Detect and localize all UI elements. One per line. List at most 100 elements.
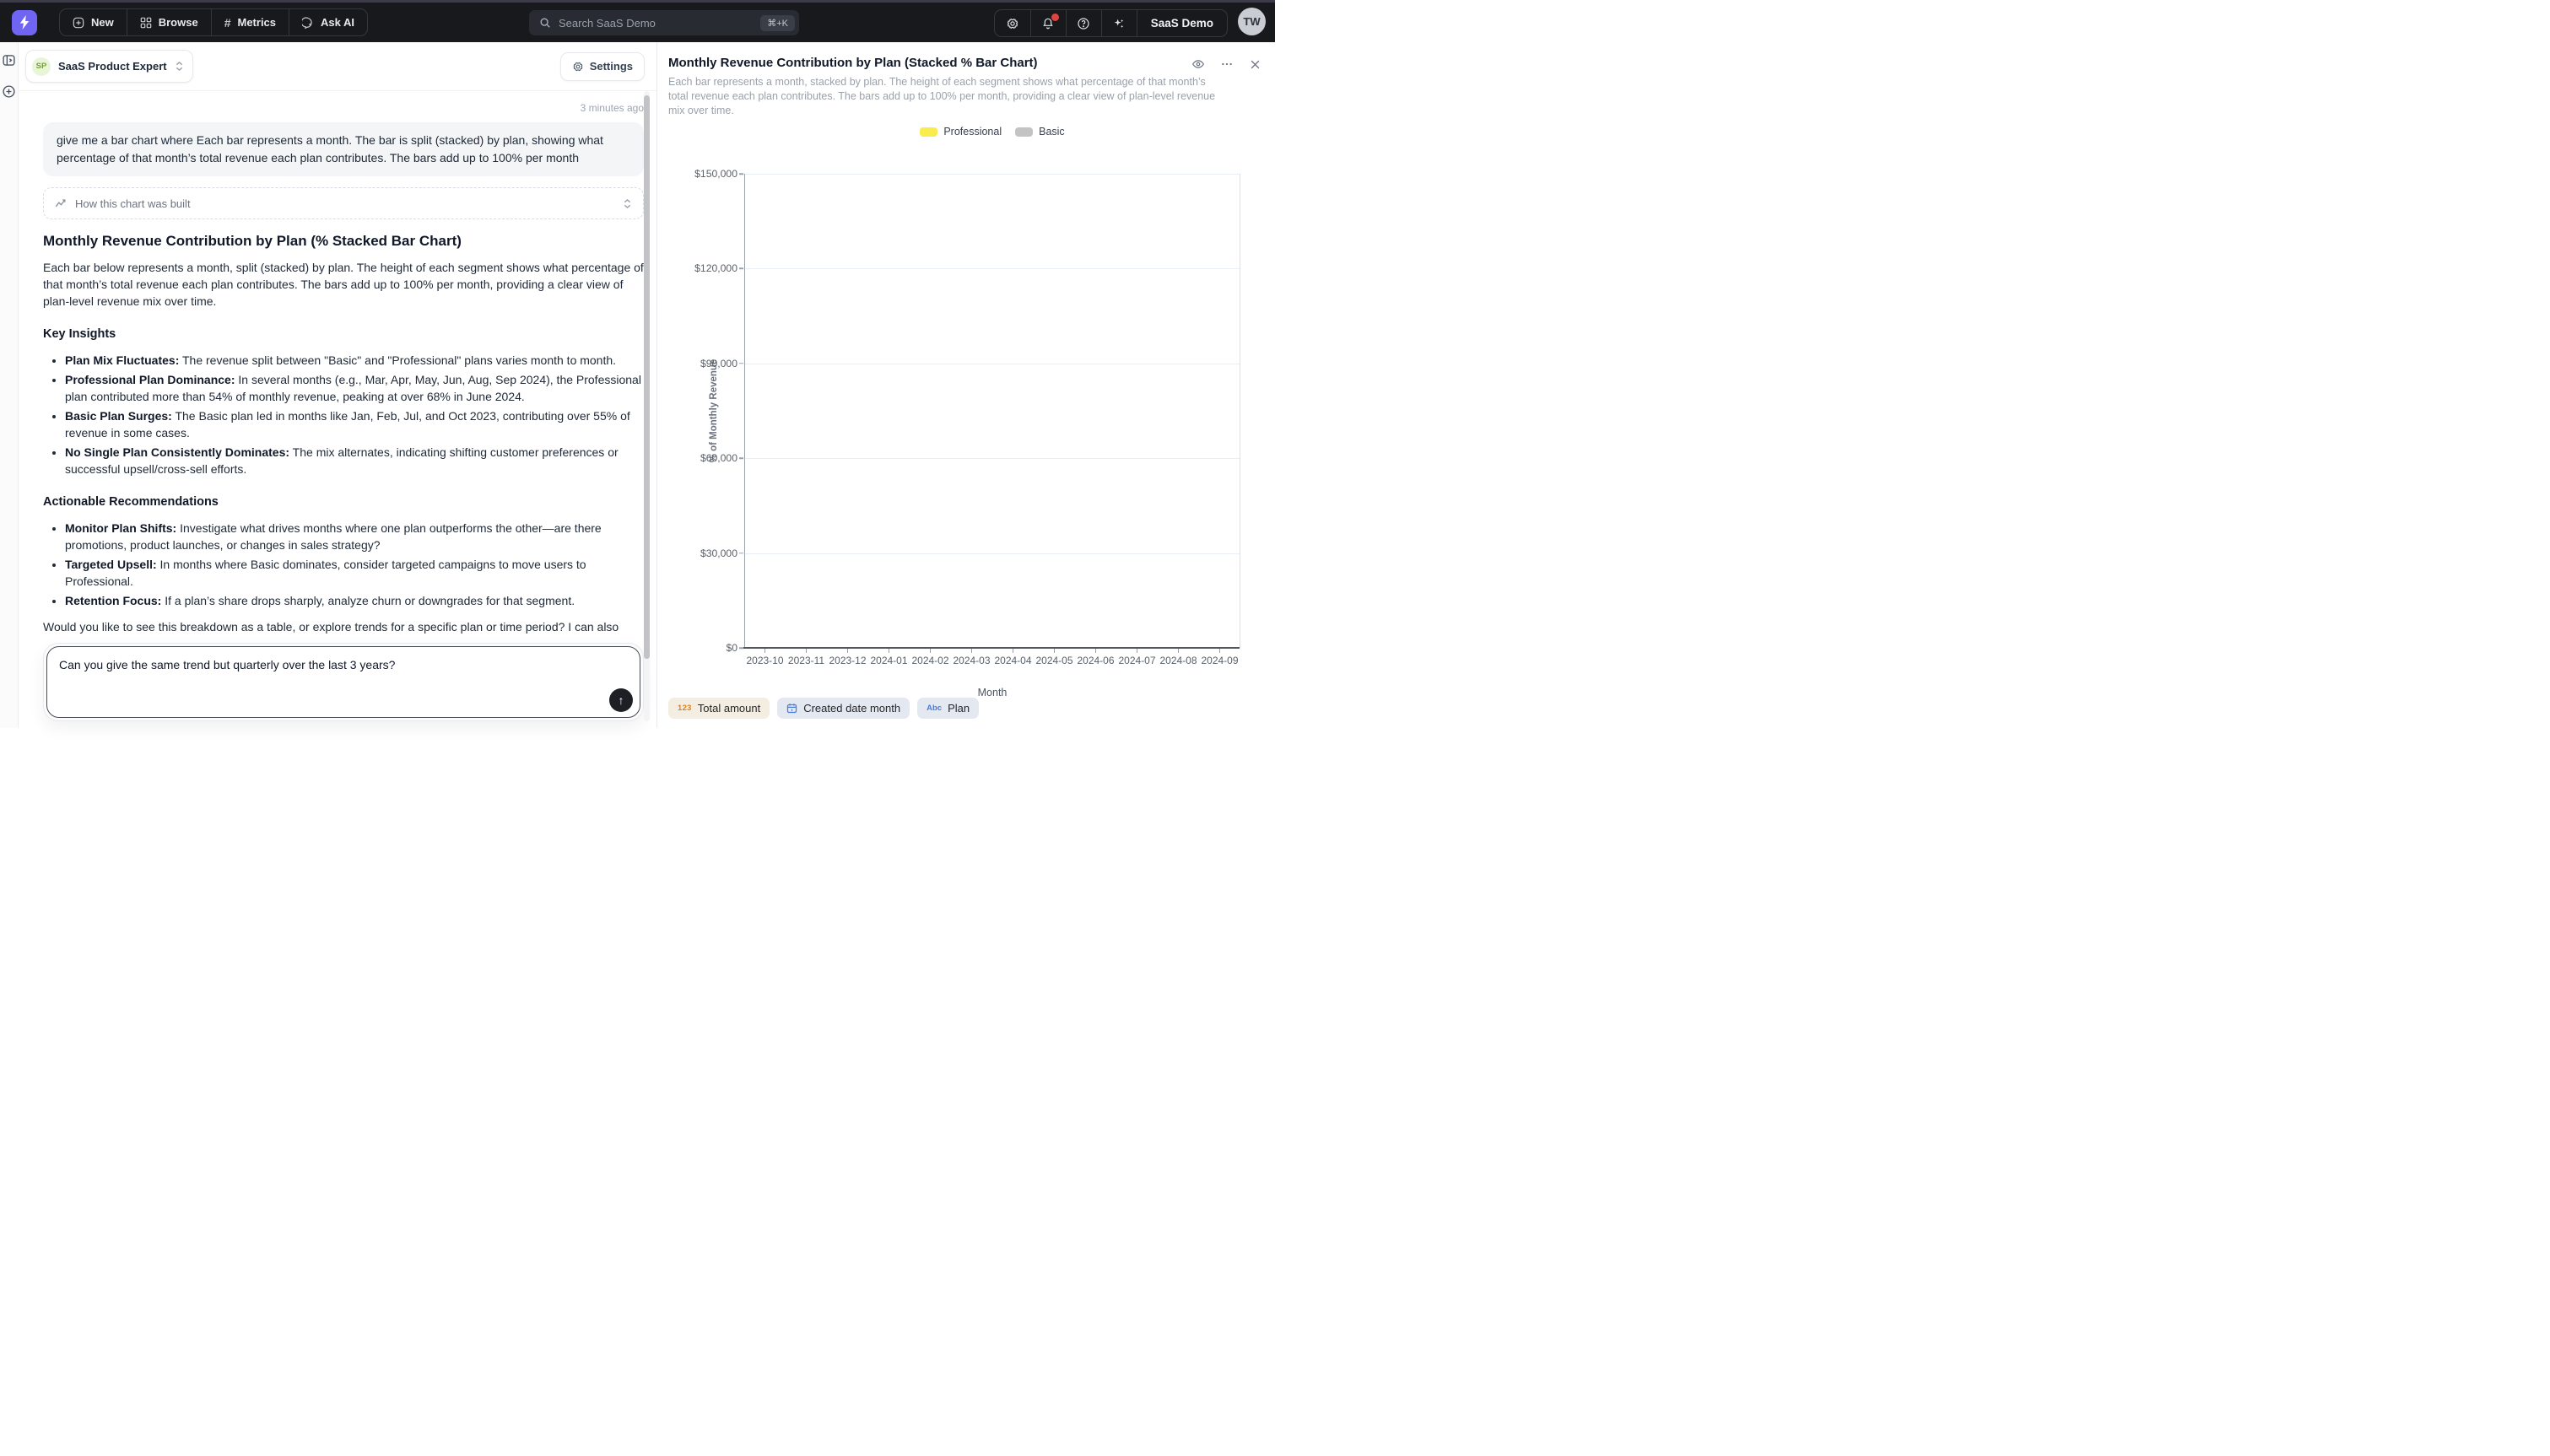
x-tick-label: 2024-03 [951, 655, 992, 666]
chevron-up-down-icon [175, 61, 184, 72]
field-tag-total-amount[interactable]: 123Total amount [668, 698, 770, 719]
notification-dot [1051, 13, 1059, 21]
app-logo[interactable] [12, 10, 37, 35]
x-tick-label: 2023-10 [744, 655, 786, 666]
x-tick-mark [1054, 649, 1055, 653]
workspace-switcher[interactable]: SaaS Demo [1137, 10, 1227, 36]
x-axis-labels: 2023-102023-112023-122024-012024-022024-… [744, 655, 1240, 666]
chat-input[interactable]: Can you give the same trend but quarterl… [46, 646, 640, 718]
metrics-button[interactable]: # Metrics [211, 9, 289, 35]
list-item: Targeted Upsell: In months where Basic d… [65, 556, 644, 590]
search-icon [539, 17, 551, 29]
how-chart-built-label: How this chart was built [75, 197, 614, 210]
response-title: Monthly Revenue Contribution by Plan (% … [43, 233, 644, 250]
x-tick-mark [806, 649, 807, 653]
notifications-button[interactable] [1030, 10, 1066, 36]
chart-panel: Monthly Revenue Contribution by Plan (St… [656, 42, 1275, 728]
y-tick-mark [739, 553, 743, 554]
nav-group: New Browse # Metrics Ask AI [59, 8, 368, 36]
recommendations-list: Monitor Plan Shifts: Investigate what dr… [43, 520, 644, 609]
lightning-bolt-icon [19, 15, 31, 30]
browse-button[interactable]: Browse [127, 9, 211, 35]
x-tick-mark [847, 649, 848, 653]
sparkles-button[interactable] [1101, 10, 1137, 36]
legend-label: Basic [1039, 126, 1065, 138]
toggle-sidebar-icon[interactable] [2, 53, 16, 67]
help-button[interactable] [1066, 10, 1101, 36]
key-insights-list: Plan Mix Fluctuates: The revenue split b… [43, 352, 644, 477]
y-tick-mark [739, 457, 743, 459]
key-insights-heading: Key Insights [43, 327, 644, 341]
arrow-up-icon: ↑ [619, 693, 624, 707]
user-avatar[interactable]: TW [1238, 8, 1266, 35]
new-thread-icon[interactable] [2, 84, 16, 99]
main-area: SP SaaS Product Expert Settings 3 minute… [0, 42, 1275, 728]
x-tick-mark [971, 649, 972, 653]
plus-square-icon [73, 17, 84, 29]
chart-line-icon [55, 197, 67, 209]
x-tick-label: 2023-12 [827, 655, 868, 666]
gridline [745, 553, 1240, 554]
browse-button-label: Browse [159, 16, 198, 29]
settings-button-label: Settings [590, 60, 633, 73]
ask-ai-button-label: Ask AI [321, 16, 354, 29]
field-tag-label: Created date month [803, 702, 900, 715]
y-tick-label: $120,000 [694, 262, 737, 274]
y-tick-label: $0 [726, 642, 737, 654]
agent-settings-button[interactable]: Settings [560, 52, 645, 81]
gridline [745, 174, 1240, 175]
calendar-icon [786, 703, 797, 714]
search-input[interactable]: Search SaaS Demo ⌘+K [529, 10, 799, 35]
send-button[interactable]: ↑ [609, 688, 633, 712]
list-item: Professional Plan Dominance: In several … [65, 371, 644, 405]
text-field-icon: Abc [927, 704, 942, 713]
chart-panel-description: Each bar represents a month, stacked by … [668, 75, 1221, 118]
response-intro: Each bar below represents a month, split… [43, 259, 644, 310]
chart-panel-header: Monthly Revenue Contribution by Plan (St… [657, 42, 1275, 71]
help-circle-icon [1077, 17, 1090, 30]
list-item: No Single Plan Consistently Dominates: T… [65, 444, 644, 477]
bars-container [745, 174, 1240, 648]
chart-legend: Professional Basic [744, 126, 1240, 138]
new-button[interactable]: New [60, 9, 127, 35]
x-axis-title: Month [744, 687, 1240, 698]
new-button-label: New [91, 16, 114, 29]
x-tick-mark [1095, 649, 1096, 653]
field-tag-label: Plan [948, 702, 970, 715]
chat-scrollbar-thumb[interactable] [644, 95, 650, 659]
y-tick-label: $30,000 [700, 547, 737, 559]
agent-selector[interactable]: SP SaaS Product Expert [25, 50, 193, 83]
x-tick-label: 2024-05 [1034, 655, 1075, 666]
chat-sparkle-icon [302, 17, 314, 29]
bell-icon [1041, 17, 1055, 30]
legend-swatch [920, 127, 937, 137]
search-placeholder: Search SaaS Demo [559, 17, 753, 30]
y-tick-label: $90,000 [700, 358, 737, 369]
list-item: Monitor Plan Shifts: Investigate what dr… [65, 520, 644, 553]
list-item: Basic Plan Surges: The Basic plan led in… [65, 407, 644, 441]
navbar-right-group: SaaS Demo [994, 9, 1228, 37]
number-field-icon: 123 [678, 704, 692, 713]
chat-header: SP SaaS Product Expert Settings [19, 42, 656, 91]
field-tag-plan[interactable]: Abc Plan [917, 698, 979, 719]
chat-thread: 3 minutes ago give me a bar chart where … [19, 91, 656, 637]
settings-gear-button[interactable] [995, 10, 1030, 36]
legend-item-basic[interactable]: Basic [1015, 126, 1065, 138]
legend-swatch [1015, 127, 1033, 137]
legend-item-professional[interactable]: Professional [920, 126, 1002, 138]
plot-area [744, 174, 1240, 648]
ask-ai-button[interactable]: Ask AI [289, 9, 367, 35]
search-shortcut-badge: ⌘+K [760, 15, 795, 31]
x-tick-label: 2024-08 [1158, 655, 1199, 666]
eye-icon[interactable] [1191, 57, 1205, 71]
more-options-icon[interactable] [1220, 57, 1234, 71]
recommendations-heading: Actionable Recommendations [43, 495, 644, 509]
x-tick-label: 2024-07 [1116, 655, 1158, 666]
x-tick-label: 2024-02 [910, 655, 951, 666]
list-item: Plan Mix Fluctuates: The revenue split b… [65, 352, 644, 369]
field-tag-created-date-month[interactable]: Created date month [777, 698, 910, 719]
how-chart-built-toggle[interactable]: How this chart was built [43, 187, 644, 219]
close-icon[interactable] [1249, 58, 1261, 71]
grid-icon [140, 17, 152, 29]
x-tick-label: 2024-04 [992, 655, 1034, 666]
